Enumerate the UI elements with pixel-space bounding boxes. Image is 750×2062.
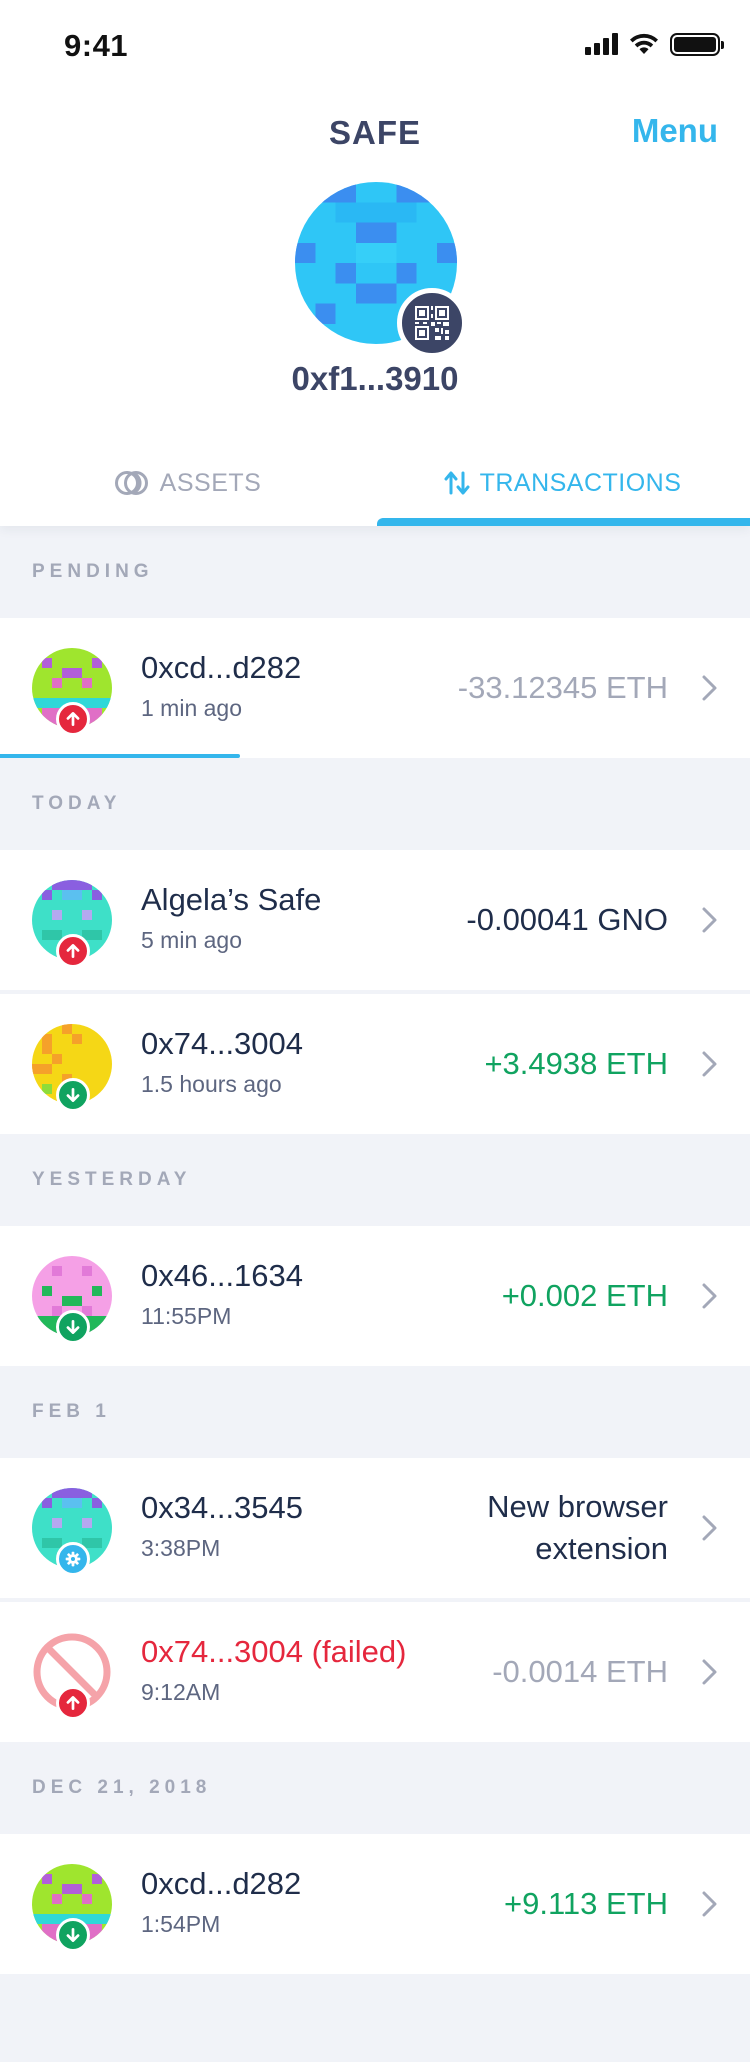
tab-transactions-label: TRANSACTIONS [479,468,682,497]
tab-bar: ASSETS TRANSACTIONS [0,440,750,526]
header-panel: 9:41 SAFE Menu 0xf1...3910 ASSETS TRANSA… [0,0,750,526]
transaction-row[interactable]: 0x74...3004 1.5 hours ago +3.4938 ETH [0,994,750,1134]
transaction-description: New browser extension [487,1458,668,1598]
transaction-amount: +3.4938 ETH [484,1046,668,1081]
transaction-row[interactable]: 0x74...3004 (failed) 9:12AM -0.0014 ETH [0,1602,750,1742]
transaction-avatar [32,1256,112,1344]
gear-icon [56,1542,90,1576]
transaction-row[interactable]: 0xcd...d282 1 min ago -33.12345 ETH [0,618,750,758]
incoming-arrow-icon [56,1918,90,1952]
transaction-time: 3:38PM [141,1535,221,1561]
transaction-address: 0x74...3004 (failed) [141,1634,407,1669]
transaction-amount: +0.002 ETH [501,1278,668,1313]
transaction-row[interactable]: 0x46...1634 11:55PM +0.002 ETH [0,1226,750,1366]
incoming-arrow-icon [56,1078,90,1112]
status-bar: 9:41 [0,0,750,90]
tab-assets[interactable]: ASSETS [0,440,375,526]
transaction-amount: -0.0014 ETH [492,1654,668,1689]
qr-code-icon [415,306,449,340]
assets-icon [114,471,148,495]
battery-icon [670,32,724,56]
description-line-2: extension [535,1531,668,1566]
transaction-address: 0xcd...d282 [141,650,302,685]
chevron-right-icon [698,1890,720,1918]
tab-transactions[interactable]: TRANSACTIONS [375,440,750,526]
transaction-time: 1:54PM [141,1911,221,1937]
signal-icon [585,33,618,55]
section-header-feb1: FEB 1 [32,1401,111,1422]
transaction-time: 5 min ago [141,927,243,953]
section-header-yesterday: YESTERDAY [32,1169,192,1190]
chevron-right-icon [698,1282,720,1310]
transaction-amount: -0.00041 GNO [466,902,668,937]
transfer-arrows-icon [444,471,470,495]
transaction-avatar [32,880,112,968]
transaction-address: 0x46...1634 [141,1258,304,1293]
transaction-avatar [32,1024,112,1112]
safe-address: 0xf1...3910 [291,360,459,397]
chevron-right-icon [698,1658,720,1686]
outgoing-arrow-icon [56,1686,90,1720]
transaction-list: PENDING 0xcd...d282 1 min ago -33.12345 … [0,526,750,1974]
transaction-amount: -33.12345 ETH [457,670,668,705]
chevron-right-icon [698,1050,720,1078]
transaction-address: 0xcd...d282 [141,1866,302,1901]
section-header-today: TODAY [32,793,122,814]
transaction-address: Algela’s Safe [141,882,322,917]
transaction-avatar [32,1488,112,1576]
transaction-avatar [32,648,112,736]
status-icons [585,32,724,56]
status-time: 9:41 [64,28,129,63]
pending-progress-bar [0,754,240,758]
section-header-pending: PENDING [32,561,154,582]
outgoing-arrow-icon [56,702,90,736]
transaction-time: 9:12AM [141,1679,221,1705]
transaction-time: 11:55PM [141,1303,232,1329]
chevron-right-icon [698,1514,720,1542]
tab-assets-label: ASSETS [159,468,262,497]
incoming-arrow-icon [56,1310,90,1344]
chevron-right-icon [698,906,720,934]
safe-avatar [295,182,467,358]
transaction-row[interactable]: Algela’s Safe 5 min ago -0.00041 GNO [0,850,750,990]
transaction-avatar [32,1632,112,1720]
transaction-time: 1.5 hours ago [141,1071,282,1097]
transaction-address: 0x74...3004 [141,1026,304,1061]
section-header-dec21: DEC 21, 2018 [32,1777,212,1798]
transaction-address: 0x34...3545 [141,1490,304,1525]
wifi-icon [630,33,658,54]
transaction-amount: +9.113 ETH [504,1886,668,1921]
chevron-right-icon [698,674,720,702]
outgoing-arrow-icon [56,934,90,968]
transaction-row[interactable]: 0xcd...d282 1:54PM +9.113 ETH [0,1834,750,1974]
transaction-row[interactable]: 0x34...3545 3:38PM New browser extension [0,1458,750,1598]
menu-button[interactable]: Menu [632,112,718,150]
description-line-1: New browser [487,1489,668,1524]
qr-code-button[interactable] [397,288,467,358]
transaction-time: 1 min ago [141,695,243,721]
transaction-avatar [32,1864,112,1952]
